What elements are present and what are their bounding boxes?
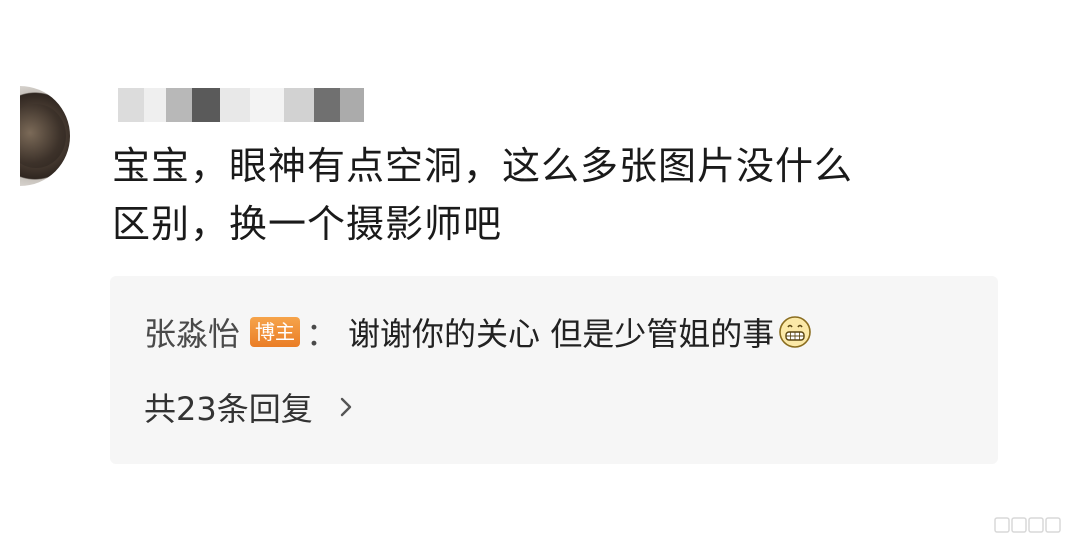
avatar[interactable] bbox=[20, 86, 70, 186]
mosaic-block bbox=[220, 88, 250, 122]
watermark-icon bbox=[994, 517, 1061, 533]
mosaic-block bbox=[314, 88, 340, 122]
comment-text: 宝宝，眼神有点空洞，这么多张图片没什么 区别，换一个摄影师吧 bbox=[112, 144, 854, 246]
view-all-replies-link[interactable]: 共23条回复 bbox=[144, 384, 357, 430]
grinning-face-emoji-icon bbox=[779, 316, 812, 348]
avatar-image bbox=[20, 104, 66, 168]
mosaic-block bbox=[166, 88, 192, 122]
mosaic-block bbox=[284, 88, 314, 122]
comment-screenshot: 宝宝，眼神有点空洞，这么多张图片没什么 区别，换一个摄影师吧 张淼怡 博主 ： … bbox=[0, 0, 1080, 544]
mosaic-block bbox=[192, 88, 220, 122]
reply-line: 张淼怡 博主 ： 谢谢你的关心 但是少管姐的事 bbox=[144, 309, 812, 355]
reply-separator: ： bbox=[306, 315, 339, 353]
reply-text: 谢谢你的关心 但是少管姐的事 bbox=[348, 315, 775, 353]
replies-count-label: 共23条回复 bbox=[144, 390, 313, 428]
author-badge: 博主 bbox=[250, 317, 301, 347]
chevron-right-icon bbox=[340, 397, 351, 417]
reply-author-name[interactable]: 张淼怡 bbox=[144, 309, 240, 355]
reply-preview-box[interactable]: 张淼怡 博主 ： 谢谢你的关心 但是少管姐的事 共23条回复 bbox=[110, 276, 998, 464]
mosaic-block bbox=[250, 88, 284, 122]
mosaic-block bbox=[118, 88, 144, 122]
mosaic-block bbox=[144, 88, 166, 122]
mosaic-block bbox=[340, 88, 364, 122]
watermark-logo bbox=[994, 514, 1064, 536]
username-pixelated[interactable] bbox=[118, 88, 368, 122]
